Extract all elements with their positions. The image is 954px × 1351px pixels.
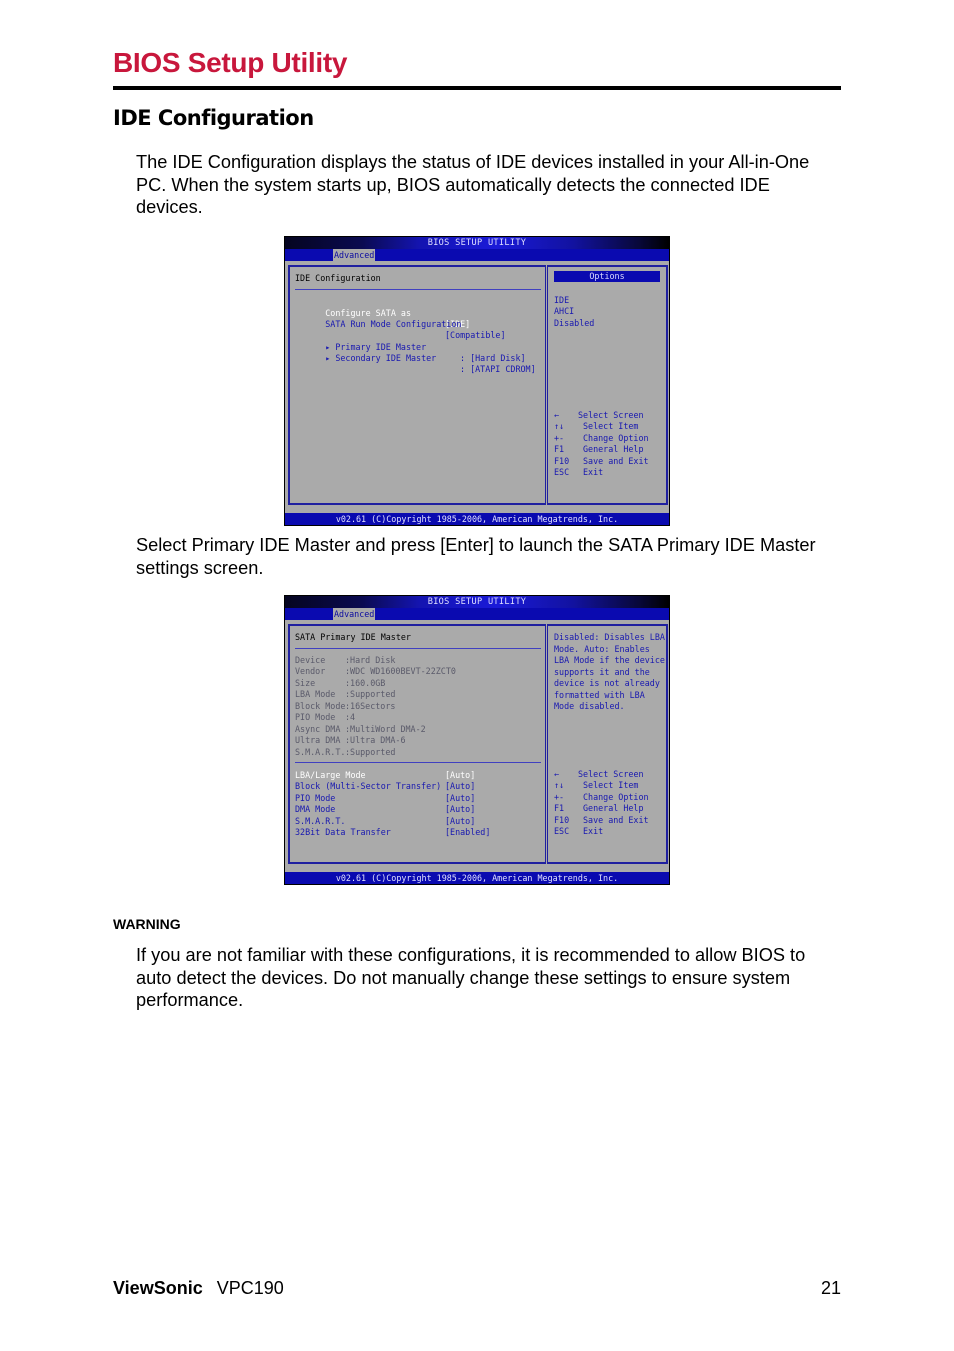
tab-advanced[interactable]: Advanced	[333, 608, 376, 620]
instruction-paragraph: Select Primary IDE Master and press [Ent…	[136, 535, 816, 578]
info-row: LBA Mode:Supported	[295, 689, 396, 699]
submenu-secondary-ide-master[interactable]: ▸ Secondary IDE Master : [ATAPI CDROM]	[295, 341, 535, 387]
footer-brand: ViewSonic	[113, 1278, 203, 1298]
left-arrow-icon: ←	[554, 769, 560, 779]
divider	[295, 648, 541, 649]
page-number: 21	[820, 1278, 841, 1298]
bios-main-pane: SATA Primary IDE Master Device:Hard Disk…	[288, 624, 546, 864]
info-row: Async DMA:MultiWord DMA-2	[295, 724, 426, 734]
key-hint: ↑↓ Select Item	[554, 780, 639, 790]
bios-main-pane: IDE Configuration Configure SATA as [IDE…	[288, 265, 546, 505]
info-row: Ultra DMA:Ultra DMA-6	[295, 735, 406, 745]
section-title: IDE Configuration	[113, 106, 314, 130]
bios-heading: SATA Primary IDE Master	[295, 632, 411, 642]
plus-minus-icon: +-	[554, 792, 565, 802]
setting-value: [Compatible]	[445, 330, 506, 340]
left-arrow-icon: ←	[554, 410, 560, 420]
warning-label: WARNING	[113, 916, 181, 932]
setting-label: SATA Run Mode Configuration	[325, 318, 462, 329]
submenu-label: ▸ Secondary IDE Master	[325, 352, 437, 363]
option-disabled[interactable]: Disabled	[554, 318, 594, 330]
info-row: Device:Hard Disk	[295, 655, 396, 665]
info-row: PIO Mode:4	[295, 712, 356, 722]
bios-tab-bar: Advanced	[285, 249, 669, 261]
bios-copyright-bar: v02.61 (C)Copyright 1985-2006, American …	[285, 872, 669, 884]
page-title: BIOS Setup Utility	[113, 47, 348, 78]
up-down-arrow-icon: ↑↓	[554, 780, 565, 790]
bios-title-bar: BIOS SETUP UTILITY	[285, 237, 669, 249]
bios-heading: IDE Configuration	[295, 273, 381, 283]
info-row: Size:160.0GB	[295, 678, 386, 688]
up-down-arrow-icon: ↑↓	[554, 421, 565, 431]
intro-paragraph: The IDE Configuration displays the statu…	[136, 152, 810, 217]
key-hint: F10 Save and Exit	[554, 456, 649, 466]
bios-side-pane: Disabled: Disables LBA Mode. Auto: Enabl…	[547, 624, 668, 864]
bios-tab-bar: Advanced	[285, 608, 669, 620]
divider	[295, 762, 541, 763]
submenu-value: : [Hard Disk]	[460, 353, 526, 363]
bios-side-pane: Options IDE AHCI Disabled ← Select Screen…	[547, 265, 668, 505]
option-ide[interactable]: IDE	[554, 295, 569, 307]
key-hint: ← Select Screen	[554, 769, 644, 779]
key-hint: ↑↓ Select Item	[554, 421, 639, 431]
key-hint: F1 General Help	[554, 444, 644, 454]
divider	[295, 289, 541, 290]
options-header: Options	[554, 271, 660, 282]
setting-dma-mode[interactable]: DMA Mode [Auto]	[295, 804, 475, 816]
title-divider	[113, 86, 841, 90]
setting-lba-large-mode[interactable]: LBA/Large Mode [Auto]	[295, 770, 475, 782]
setting-block-mode[interactable]: Block (Multi-Sector Transfer) [Auto]	[295, 781, 475, 793]
key-hint: ESC Exit	[554, 826, 604, 836]
tab-advanced[interactable]: Advanced	[333, 249, 376, 261]
setting-32bit-data-transfer[interactable]: 32Bit Data Transfer [Enabled]	[295, 827, 490, 839]
bios-screenshot-ide-configuration: BIOS SETUP UTILITY Advanced IDE Configur…	[284, 236, 670, 526]
plus-minus-icon: +-	[554, 433, 565, 443]
setting-smart[interactable]: S.M.A.R.T. [Auto]	[295, 816, 475, 828]
key-hint: +- Change Option	[554, 433, 649, 443]
setting-pio-mode[interactable]: PIO Mode [Auto]	[295, 793, 475, 805]
footer-model: VPC190	[216, 1278, 284, 1298]
key-hint: ESC Exit	[554, 467, 604, 477]
info-row: Block Mode:16Sectors	[295, 701, 396, 711]
help-text: Disabled: Disables LBA Mode. Auto: Enabl…	[554, 632, 665, 711]
key-hint: ← Select Screen	[554, 410, 644, 420]
option-ahci[interactable]: AHCI	[554, 306, 574, 318]
key-hint: F1 General Help	[554, 803, 644, 813]
submenu-value: : [ATAPI CDROM]	[460, 364, 536, 374]
page-footer: ViewSonic VPC190 21	[113, 1278, 841, 1299]
key-hint: F10 Save and Exit	[554, 815, 649, 825]
info-row: Vendor:WDC WD1600BEVT-22ZCT0	[295, 666, 456, 676]
bios-screenshot-sata-primary-ide-master: BIOS SETUP UTILITY Advanced SATA Primary…	[284, 595, 670, 885]
bios-copyright-bar: v02.61 (C)Copyright 1985-2006, American …	[285, 513, 669, 525]
bios-title-bar: BIOS SETUP UTILITY	[285, 596, 669, 608]
info-row: S.M.A.R.T.:Supported	[295, 747, 396, 757]
key-hint: +- Change Option	[554, 792, 649, 802]
warning-paragraph: If you are not familiar with these confi…	[136, 945, 806, 1010]
